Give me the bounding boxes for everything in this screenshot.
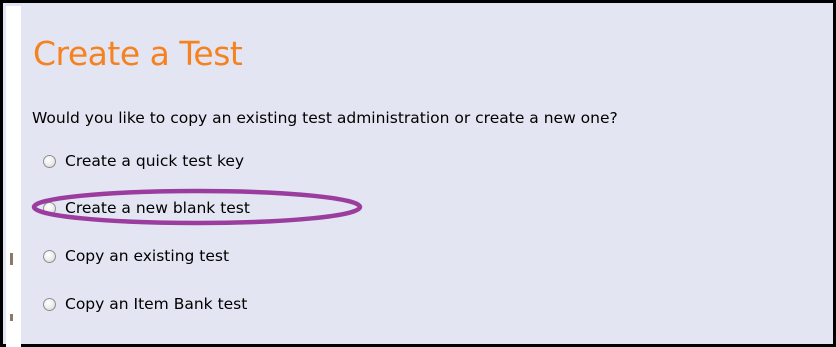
left-edge-strip (6, 6, 21, 347)
edge-fleck (10, 253, 13, 265)
option-label: Create a quick test key (65, 152, 245, 170)
screenshot-frame: Create a Test Would you like to copy an … (0, 0, 836, 347)
option-new-blank-test[interactable]: Create a new blank test (43, 197, 250, 219)
option-label: Copy an Item Bank test (65, 295, 248, 313)
option-quick-test-key[interactable]: Create a quick test key (43, 150, 244, 172)
option-copy-existing-test[interactable]: Copy an existing test (43, 245, 229, 267)
option-label: Create a new blank test (65, 199, 250, 217)
option-copy-item-bank-test[interactable]: Copy an Item Bank test (43, 293, 247, 315)
page-title: Create a Test (33, 34, 243, 73)
radio-button[interactable] (43, 249, 56, 263)
option-label: Copy an existing test (65, 247, 230, 265)
edge-fleck (10, 314, 13, 321)
question-text: Would you like to copy an existing test … (32, 109, 618, 127)
radio-button[interactable] (43, 154, 56, 168)
radio-button[interactable] (43, 201, 56, 215)
radio-button[interactable] (43, 297, 56, 311)
create-test-panel: Create a Test Would you like to copy an … (21, 6, 830, 341)
